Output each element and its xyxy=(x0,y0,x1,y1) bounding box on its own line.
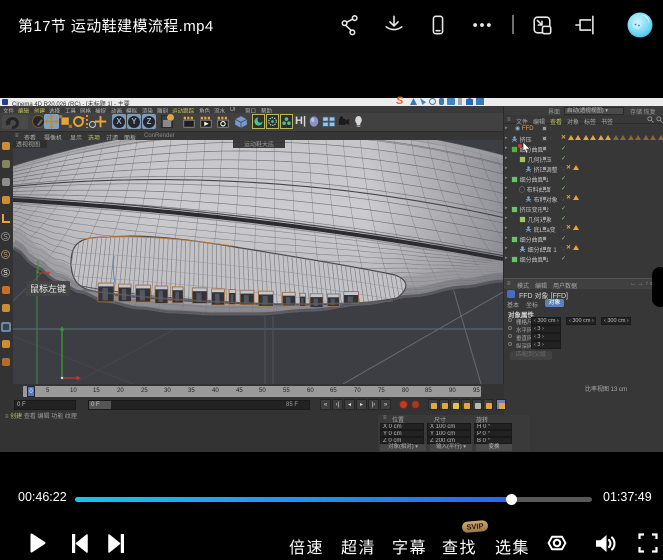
svg-text:鼠标左键: 鼠标左键 xyxy=(30,283,66,294)
svg-text:运动鞋大底: 运动鞋大底 xyxy=(244,141,274,149)
svg-text:透视视图: 透视视图 xyxy=(16,141,40,149)
